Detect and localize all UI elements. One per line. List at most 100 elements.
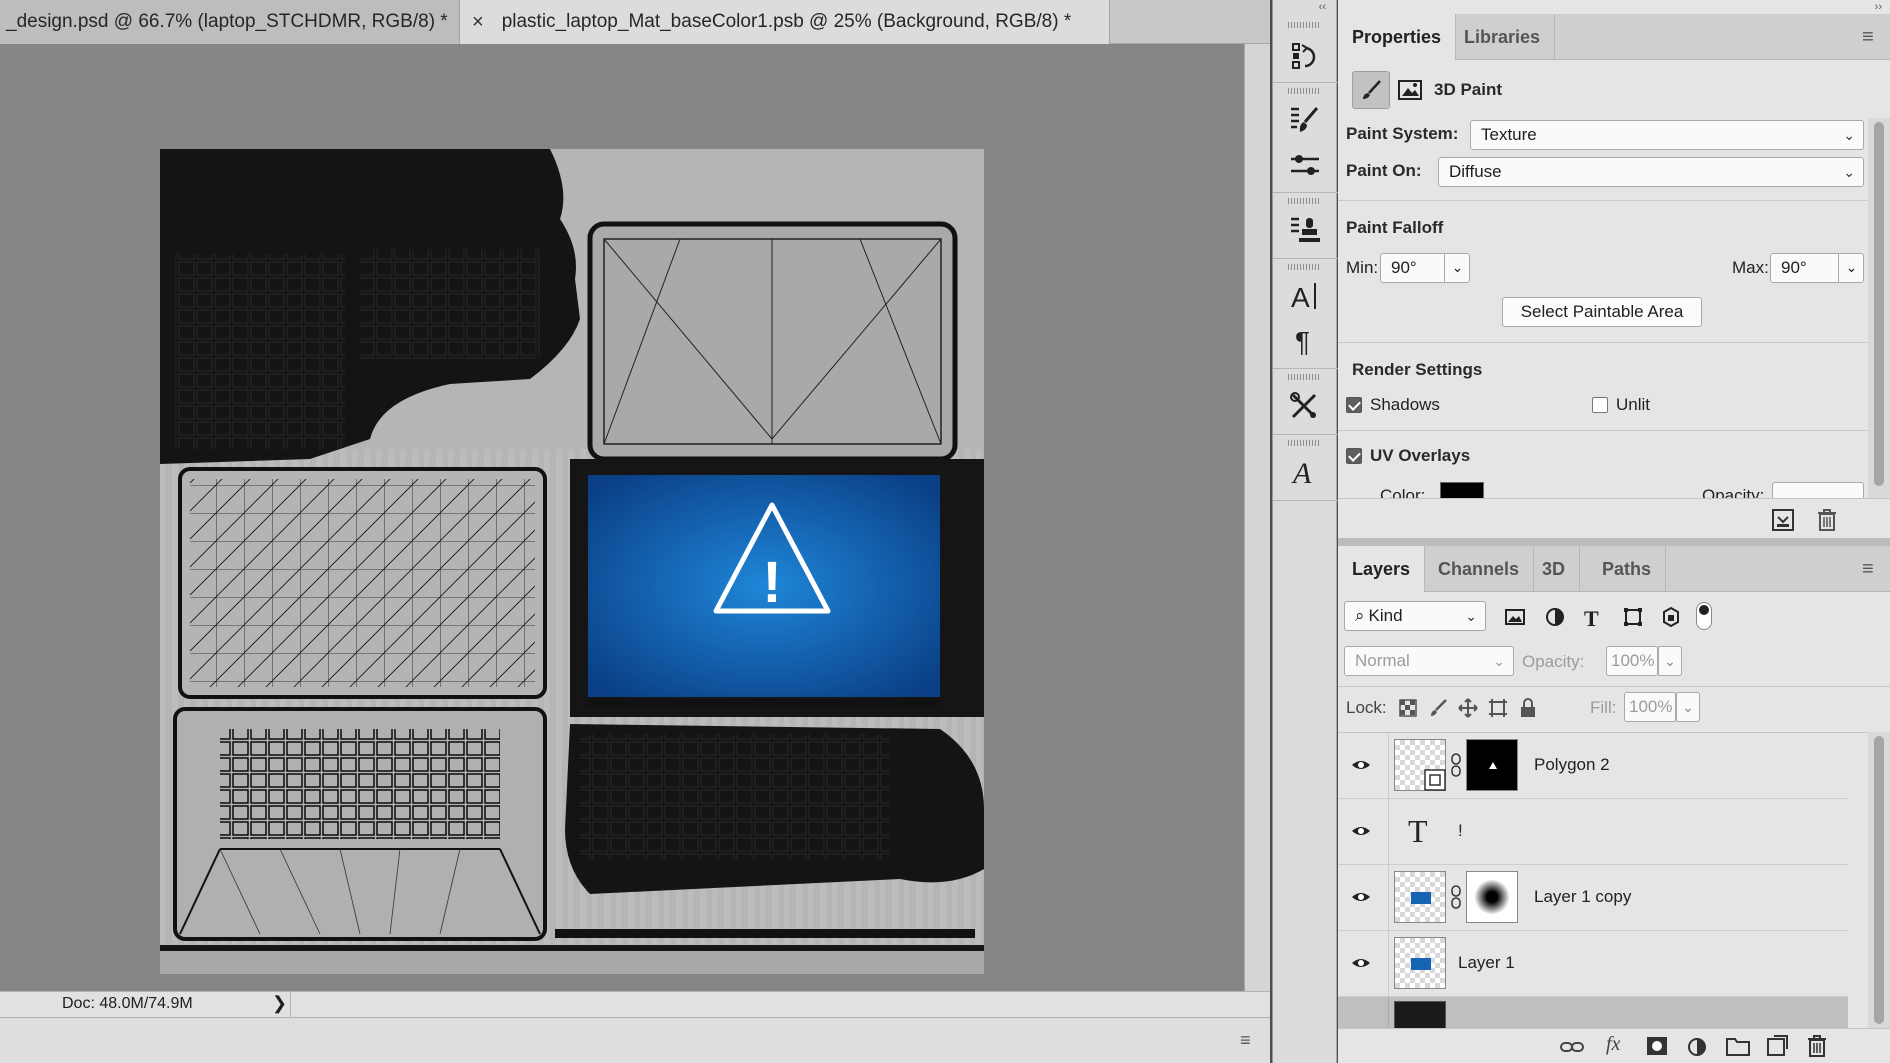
dock-grip[interactable] bbox=[1288, 22, 1320, 28]
clone-source-icon[interactable] bbox=[1283, 210, 1327, 250]
tab-libraries[interactable]: Libraries bbox=[1450, 14, 1556, 60]
uv-opacity-input[interactable] bbox=[1772, 482, 1864, 498]
tool-presets-icon[interactable] bbox=[1283, 386, 1327, 426]
dock-grip[interactable] bbox=[1288, 88, 1320, 94]
properties-scrollbar[interactable] bbox=[1868, 118, 1890, 498]
panel-menu-icon[interactable]: ≡ bbox=[1862, 558, 1874, 581]
trash-icon[interactable] bbox=[1816, 508, 1838, 532]
new-adjustment-icon[interactable] bbox=[1686, 1036, 1708, 1058]
layer-row-polygon-2[interactable]: Polygon 2 bbox=[1338, 733, 1848, 799]
chevron-down-icon[interactable]: ⌄ bbox=[1676, 692, 1700, 722]
dock-grip[interactable] bbox=[1288, 198, 1320, 204]
layer-row-text[interactable]: T ! bbox=[1338, 799, 1848, 865]
paragraph-icon[interactable]: ¶ bbox=[1283, 320, 1327, 360]
eye-icon[interactable] bbox=[1351, 755, 1371, 775]
timeline-panel: ≡ bbox=[0, 1017, 1270, 1063]
glyphs-icon[interactable]: A bbox=[1283, 452, 1327, 492]
filter-type-icon[interactable]: T bbox=[1584, 606, 1606, 631]
character-icon[interactable]: A bbox=[1283, 276, 1327, 316]
layers-scrollbar[interactable] bbox=[1868, 732, 1890, 1028]
filter-smart-object-icon[interactable] bbox=[1660, 606, 1682, 628]
chevron-down-icon[interactable]: ⌄ bbox=[1444, 253, 1470, 283]
brush-preset-icon[interactable] bbox=[1283, 100, 1327, 140]
text-layer-icon[interactable]: T bbox=[1408, 813, 1428, 850]
dock-grip[interactable] bbox=[1288, 374, 1320, 380]
lock-pixels-brush-icon[interactable] bbox=[1428, 698, 1448, 718]
dock-grip[interactable] bbox=[1288, 264, 1320, 270]
paint-system-select[interactable]: Texture ⌄ bbox=[1470, 120, 1864, 150]
filter-pixel-icon[interactable] bbox=[1504, 606, 1526, 628]
chain-link-icon[interactable] bbox=[1450, 885, 1462, 909]
layer-row-background[interactable] bbox=[1338, 997, 1848, 1028]
lock-artboard-icon[interactable] bbox=[1488, 698, 1508, 718]
load-selection-icon[interactable] bbox=[1772, 509, 1794, 531]
status-divider bbox=[290, 992, 291, 1018]
lock-transparent-icon[interactable] bbox=[1398, 698, 1418, 718]
shadows-checkbox[interactable] bbox=[1346, 397, 1362, 413]
panel-menu-icon[interactable]: ≡ bbox=[1240, 1030, 1251, 1051]
close-icon[interactable]: × bbox=[472, 11, 484, 34]
dock-divider bbox=[1273, 368, 1338, 369]
layer-thumbnail[interactable] bbox=[1394, 739, 1446, 791]
tab-channels[interactable]: Channels bbox=[1424, 546, 1535, 592]
chevron-down-icon[interactable]: ⌄ bbox=[1658, 646, 1682, 676]
scrollbar-thumb[interactable] bbox=[1874, 122, 1884, 486]
layer-thumbnail[interactable] bbox=[1394, 1001, 1446, 1028]
document-vertical-scrollbar[interactable] bbox=[1244, 44, 1270, 991]
collapse-panels-icon[interactable]: ›› bbox=[1338, 0, 1890, 14]
eye-icon[interactable] bbox=[1351, 887, 1371, 907]
layer-filter-kind-select[interactable]: ⌕ Kind ⌄ bbox=[1344, 601, 1486, 631]
chevron-down-icon[interactable]: ⌄ bbox=[1838, 253, 1864, 283]
eye-icon[interactable] bbox=[1351, 821, 1371, 841]
layer-row-layer-1-copy[interactable]: Layer 1 copy bbox=[1338, 865, 1848, 931]
history-icon[interactable] bbox=[1283, 36, 1327, 76]
opacity-input[interactable]: 100% bbox=[1606, 646, 1658, 676]
trash-icon[interactable] bbox=[1806, 1034, 1828, 1058]
search-icon: ⌕ bbox=[1355, 606, 1365, 625]
tab-properties[interactable]: Properties bbox=[1338, 14, 1457, 60]
dock-grip[interactable] bbox=[1288, 440, 1320, 446]
fx-icon[interactable]: fx bbox=[1606, 1033, 1620, 1056]
lock-all-icon[interactable] bbox=[1518, 697, 1538, 719]
new-layer-icon[interactable] bbox=[1766, 1035, 1788, 1057]
uv-overlays-checkbox[interactable] bbox=[1346, 448, 1362, 464]
collapse-dock-icon[interactable]: ‹‹ bbox=[1273, 0, 1338, 14]
paint-brush-icon[interactable] bbox=[1352, 71, 1390, 109]
new-group-folder-icon[interactable] bbox=[1726, 1036, 1750, 1056]
texture-canvas[interactable]: ! bbox=[160, 149, 984, 974]
texture-image-icon bbox=[1398, 78, 1424, 102]
tab-layers[interactable]: Layers bbox=[1338, 546, 1426, 592]
status-menu-arrow-icon[interactable]: ❯ bbox=[272, 993, 287, 1014]
eye-icon[interactable] bbox=[1351, 953, 1371, 973]
uv-color-swatch[interactable] bbox=[1440, 482, 1484, 498]
layer-mask-thumbnail[interactable] bbox=[1466, 871, 1518, 923]
layer-thumbnail[interactable] bbox=[1394, 937, 1446, 989]
vector-mask-thumbnail[interactable] bbox=[1466, 739, 1518, 791]
document-tab-design[interactable]: _design.psd @ 66.7% (laptop_STCHDMR, RGB… bbox=[0, 0, 460, 44]
layers-tab-bar: Layers Channels 3D Paths ≡ bbox=[1338, 546, 1890, 592]
filter-shape-icon[interactable] bbox=[1622, 606, 1644, 628]
scrollbar-thumb[interactable] bbox=[1874, 736, 1884, 1024]
lock-position-icon[interactable] bbox=[1458, 698, 1478, 718]
tab-3d[interactable]: 3D bbox=[1528, 546, 1581, 592]
panel-splitter[interactable] bbox=[1338, 538, 1890, 546]
uv-color-label: Color: bbox=[1380, 486, 1426, 498]
select-paintable-area-button[interactable]: Select Paintable Area bbox=[1502, 297, 1702, 327]
layer-row-layer-1[interactable]: Layer 1 bbox=[1338, 931, 1848, 997]
layer-thumbnail[interactable] bbox=[1394, 871, 1446, 923]
fill-input[interactable]: 100% bbox=[1624, 692, 1676, 722]
paint-on-select[interactable]: Diffuse ⌄ bbox=[1438, 157, 1864, 187]
adjust-icon[interactable] bbox=[1283, 146, 1327, 186]
link-layers-icon[interactable] bbox=[1560, 1037, 1584, 1057]
add-mask-icon[interactable] bbox=[1646, 1036, 1668, 1056]
panel-menu-icon[interactable]: ≡ bbox=[1862, 26, 1874, 49]
document-tab-plastic-laptop[interactable]: × plastic_laptop_Mat_baseColor1.psb @ 25… bbox=[460, 0, 1110, 44]
canvas-workspace[interactable]: ! bbox=[0, 44, 1244, 991]
unlit-checkbox[interactable] bbox=[1592, 397, 1608, 413]
filter-toggle-switch[interactable] bbox=[1696, 602, 1712, 630]
svg-text:¶: ¶ bbox=[1295, 326, 1310, 355]
chain-link-icon[interactable] bbox=[1450, 753, 1462, 777]
tab-paths[interactable]: Paths bbox=[1588, 546, 1667, 592]
filter-adjustment-icon[interactable] bbox=[1544, 606, 1566, 628]
blend-mode-select[interactable]: Normal ⌄ bbox=[1344, 646, 1514, 676]
